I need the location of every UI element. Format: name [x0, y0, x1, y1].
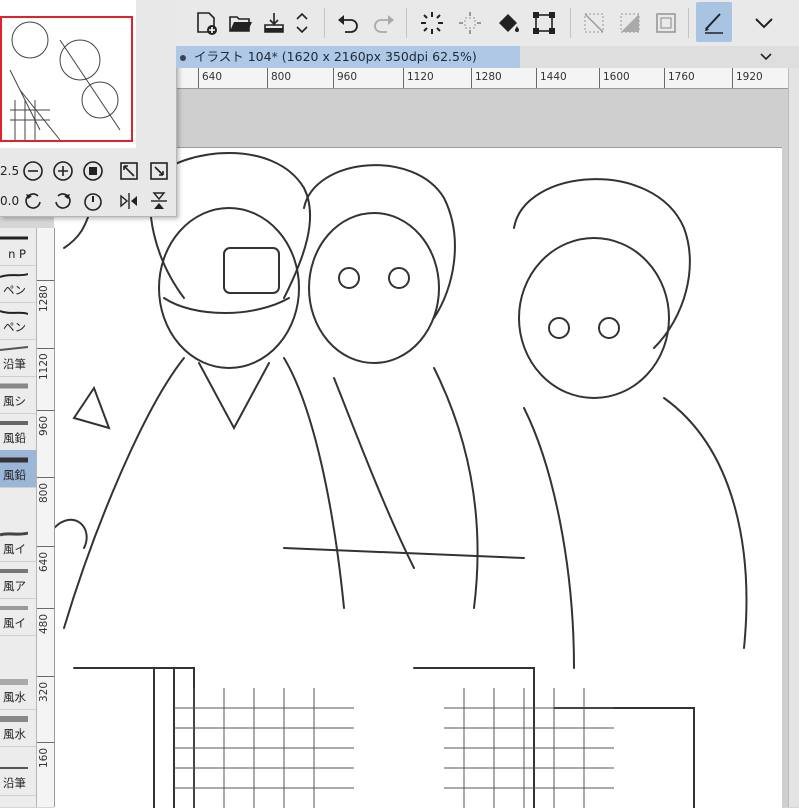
document-tab[interactable]: イラスト 104* (1620 x 2160px 350dpi 62.5%)	[176, 46, 520, 68]
vertical-scrollbar[interactable]	[788, 68, 799, 807]
ruler-label: 320	[38, 681, 50, 702]
sketch-artwork	[54, 152, 748, 808]
updown-icon[interactable]	[292, 6, 312, 40]
document-modified-dot	[180, 54, 186, 61]
brush-item[interactable]: 風水	[0, 672, 36, 710]
brush-label: 風鉛	[3, 431, 26, 445]
brush-item[interactable]: 風イ	[0, 524, 36, 562]
zoom-row: 2.5	[0, 157, 176, 185]
ruler-label: 800	[271, 71, 292, 83]
document-tab-bar: イラスト 104* (1620 x 2160px 350dpi 62.5%)	[176, 46, 799, 68]
brush-stroke-icon	[0, 346, 28, 351]
redo-icon[interactable]	[368, 6, 400, 40]
brush-label: 風水	[3, 727, 26, 741]
brush-item[interactable]: ペン	[0, 265, 36, 303]
rotate-left-icon[interactable]	[22, 190, 44, 212]
brush-stroke-icon	[0, 606, 28, 610]
transform-icon[interactable]	[528, 6, 560, 40]
fit-screen-icon[interactable]	[118, 160, 140, 182]
brush-list-panel: n P ペン ペン 沿筆 風シ 風鉛 風鉛 風イ 風ア 風イ 風水 風水 沿筆	[0, 228, 37, 807]
ruler-label: 640	[202, 71, 223, 83]
command-bar	[176, 0, 799, 47]
brush-stroke-icon	[0, 236, 28, 240]
export-icon[interactable]	[258, 6, 290, 40]
undo-icon[interactable]	[332, 6, 364, 40]
brush-stroke-icon	[0, 421, 28, 425]
actual-size-icon[interactable]	[148, 160, 170, 182]
drawing-paper[interactable]	[54, 147, 782, 808]
flip-vertical-icon[interactable]	[148, 190, 170, 212]
brush-stroke-icon	[0, 457, 28, 463]
edit-pen-icon[interactable]	[696, 2, 732, 42]
brush-item[interactable]: 風イ	[0, 598, 36, 636]
open-file-icon[interactable]	[224, 6, 256, 40]
brush-item[interactable]: 沿筆	[0, 758, 36, 796]
ruler-label: 800	[38, 482, 50, 503]
zoom-out-icon[interactable]	[22, 160, 44, 182]
ruler-label: 960	[38, 415, 50, 436]
brush-item[interactable]: 風水	[0, 709, 36, 747]
brush-stroke-icon	[0, 273, 28, 278]
brush-label: 風イ	[3, 616, 26, 630]
ruler-label: 480	[38, 613, 50, 634]
ruler-label: 1120	[38, 353, 50, 380]
ruler-label: 1280	[475, 71, 502, 83]
invert-selection-icon[interactable]	[614, 6, 646, 40]
brush-stroke-icon	[0, 383, 28, 389]
brush-stroke-icon	[0, 310, 28, 315]
ruler-label: 1120	[407, 71, 434, 83]
stop-icon[interactable]	[82, 160, 104, 182]
ruler-label: 1600	[603, 71, 630, 83]
rotate-value: 0.0	[0, 194, 20, 208]
ruler-label: 160	[38, 747, 50, 768]
ruler-label: 640	[38, 551, 50, 572]
brush-stroke-icon	[0, 531, 28, 537]
brush-label: 風鉛	[3, 468, 26, 482]
brush-item[interactable]: 風ア	[0, 561, 36, 599]
brush-stroke-icon	[0, 767, 28, 769]
brush-item[interactable]: 風シ	[0, 376, 36, 414]
brush-stroke-icon	[0, 569, 28, 573]
tab-chevron-down-icon[interactable]	[759, 50, 773, 64]
chevron-down-icon[interactable]	[748, 6, 780, 40]
brush-label: 風シ	[3, 394, 26, 408]
brush-label: 風水	[3, 690, 26, 704]
flip-horizontal-icon[interactable]	[118, 190, 140, 212]
document-tab-title: イラスト 104* (1620 x 2160px 350dpi 62.5%)	[194, 49, 477, 64]
ruler-label: 1920	[736, 71, 763, 83]
select-dotted-icon[interactable]	[454, 6, 486, 40]
brush-label: 沿筆	[3, 776, 26, 790]
new-layer-icon[interactable]	[190, 6, 222, 40]
rotate-right-icon[interactable]	[52, 190, 74, 212]
ruler-label: 1760	[668, 71, 695, 83]
loading-icon[interactable]	[416, 6, 448, 40]
brush-label: 風ア	[3, 579, 26, 593]
rotate-row: 0.0	[0, 187, 176, 215]
ruler-label: 1280	[38, 285, 50, 312]
vertical-ruler: 1280 1120 960 800 640 480 320 160	[36, 228, 55, 807]
brush-label: ペン	[3, 283, 26, 297]
fill-icon[interactable]	[492, 6, 524, 40]
brush-label: ペン	[3, 320, 26, 334]
horizontal-ruler: 640 800 960 1120 1280 1440 1600 1760 192…	[176, 68, 788, 89]
selection-border-icon[interactable]	[650, 6, 682, 40]
brush-item[interactable]: 風鉛	[0, 413, 36, 451]
brush-stroke-icon	[0, 716, 28, 722]
ruler-label: 960	[337, 71, 358, 83]
reset-rotation-icon[interactable]	[82, 190, 104, 212]
brush-item[interactable]: n P	[0, 228, 36, 266]
navigator-panel: 2.5 0.0	[0, 0, 177, 217]
deselect-icon[interactable]	[578, 6, 610, 40]
ruler-label: 1440	[540, 71, 567, 83]
brush-item-selected[interactable]: 風鉛	[0, 450, 36, 488]
zoom-value: 2.5	[0, 164, 20, 178]
brush-label: 沿筆	[3, 357, 26, 371]
brush-item[interactable]: 沿筆	[0, 339, 36, 377]
brush-label: n P	[8, 247, 26, 261]
brush-item[interactable]: ペン	[0, 302, 36, 340]
brush-stroke-icon	[0, 679, 28, 685]
zoom-in-icon[interactable]	[52, 160, 74, 182]
brush-label: 風イ	[3, 542, 26, 556]
navigator-view-frame[interactable]	[0, 16, 133, 142]
